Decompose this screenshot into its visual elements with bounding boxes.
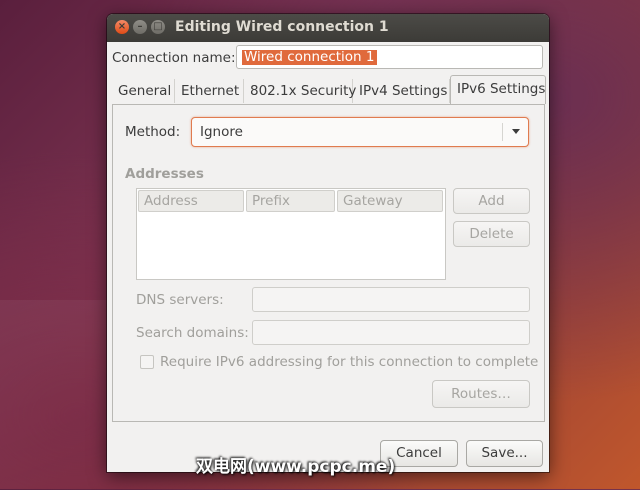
maximize-window-icon[interactable]: □ — [151, 20, 165, 34]
tab-ethernet[interactable]: Ethernet — [175, 79, 244, 103]
close-window-icon[interactable]: × — [115, 20, 129, 34]
method-value: Ignore — [200, 124, 243, 140]
search-domains-input[interactable] — [252, 320, 530, 345]
column-header-address[interactable]: Address — [138, 190, 244, 212]
dns-servers-label: DNS servers: — [136, 292, 224, 308]
connection-name-value: Wired connection 1 — [242, 49, 377, 65]
minimize-window-icon[interactable]: – — [133, 20, 147, 34]
tab-general[interactable]: General — [112, 79, 175, 103]
addresses-heading: Addresses — [125, 166, 204, 182]
tab-8021x-security[interactable]: 802.1x Security — [244, 79, 356, 103]
chevron-down-icon — [512, 129, 520, 134]
column-header-gateway[interactable]: Gateway — [337, 190, 443, 212]
require-ipv6-label: Require IPv6 addressing for this connect… — [160, 354, 539, 370]
connection-name-input[interactable]: Wired connection 1 — [236, 45, 543, 69]
require-ipv6-checkbox[interactable] — [140, 355, 154, 369]
search-domains-label: Search domains: — [136, 325, 249, 341]
save-button[interactable]: Save... — [466, 440, 543, 467]
dropdown-separator — [502, 123, 503, 141]
wallpaper-streak — [0, 300, 120, 490]
window-title: Editing Wired connection 1 — [175, 19, 389, 35]
column-header-prefix[interactable]: Prefix — [246, 190, 335, 212]
addresses-table[interactable]: Address Prefix Gateway — [136, 188, 446, 280]
method-label: Method: — [125, 124, 181, 140]
method-dropdown[interactable]: Ignore — [191, 117, 529, 147]
tab-ipv6-settings[interactable]: IPv6 Settings — [450, 75, 546, 104]
connection-name-label: Connection name: — [112, 50, 236, 66]
watermark: 双电网(www.pcpc.me) — [196, 457, 396, 477]
tab-bar: General Ethernet 802.1x Security IPv4 Se… — [112, 75, 546, 104]
routes-button[interactable]: Routes… — [432, 380, 530, 408]
tab-ipv4-settings[interactable]: IPv4 Settings — [353, 79, 450, 103]
dns-servers-input[interactable] — [252, 287, 530, 312]
delete-address-button[interactable]: Delete — [453, 221, 530, 247]
add-address-button[interactable]: Add — [453, 188, 530, 214]
connection-editor-window: × – □ Editing Wired connection 1 Connect… — [107, 14, 549, 472]
titlebar: × – □ Editing Wired connection 1 — [107, 14, 549, 42]
